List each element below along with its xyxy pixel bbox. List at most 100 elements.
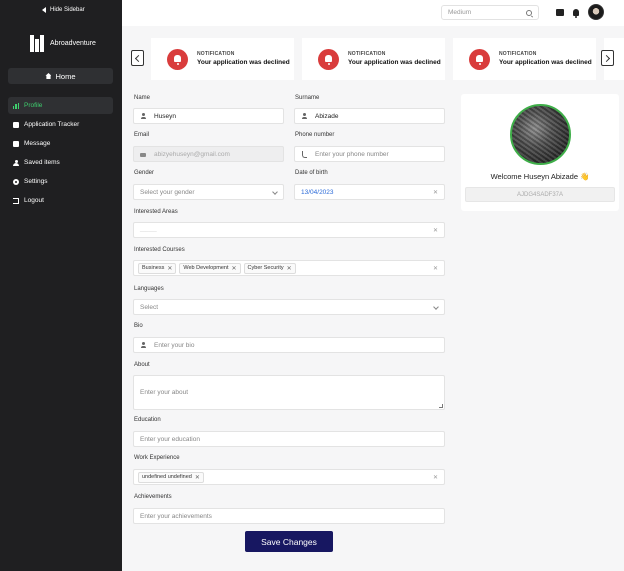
user-icon (140, 342, 146, 348)
sidebar-item-saved-items[interactable]: Saved items (8, 154, 113, 171)
carousel-prev-button[interactable] (131, 50, 144, 66)
bell-icon (318, 48, 339, 70)
course-tag: Web Development ✕ (179, 262, 241, 274)
sidebar-item-settings[interactable]: Settings (8, 173, 113, 190)
tag-label: Cyber Security (247, 265, 284, 271)
notification-text: NOTIFICATION Your application was declin… (499, 51, 592, 67)
wallet-icon[interactable] (556, 8, 564, 16)
sidebar-item-logout[interactable]: Logout (8, 192, 113, 209)
work-experience-select[interactable]: undefined undefined ✕ ✕ (133, 469, 445, 485)
remove-tag-icon[interactable]: ✕ (287, 265, 292, 272)
remove-tag-icon[interactable]: ✕ (195, 474, 200, 481)
education-placeholder: Enter your education (140, 435, 200, 443)
interested-areas-value: ______ (140, 227, 157, 233)
bio-field[interactable]: Enter your bio (133, 337, 445, 353)
home-button[interactable]: Home (8, 68, 113, 84)
search-placeholder: Medium (448, 9, 472, 16)
avatar[interactable] (588, 4, 604, 20)
tag-label: undefined undefined (142, 474, 192, 480)
sidebar-item-label: Application Tracker (24, 121, 80, 128)
interested-areas-select[interactable]: ______ ✕ (133, 222, 445, 238)
languages-select[interactable]: Select (133, 299, 445, 315)
resize-handle[interactable] (439, 404, 443, 408)
notification-message: Your application was declined (197, 59, 290, 66)
notification-title: NOTIFICATION (197, 51, 235, 57)
notification-title: NOTIFICATION (499, 51, 537, 57)
clear-icon[interactable]: ✕ (433, 227, 438, 234)
notification-message: Your application was declined (348, 59, 441, 66)
languages-label: Languages (134, 286, 164, 292)
bio-placeholder: Enter your bio (154, 341, 195, 349)
surname-value: Abizade (315, 112, 339, 120)
remove-tag-icon[interactable]: ✕ (232, 265, 237, 272)
about-textarea[interactable]: Enter your about (133, 375, 445, 410)
notification-card[interactable]: NOTIFICATION Your application was declin… (151, 38, 294, 80)
notification-card[interactable]: NOTIFICATION Your application was declin… (453, 38, 596, 80)
achievements-field[interactable]: Enter your achievements (133, 508, 445, 524)
clear-icon[interactable]: ✕ (433, 189, 438, 196)
chevron-left-icon (134, 54, 143, 62)
dob-label: Date of birth (295, 170, 328, 176)
bell-icon (167, 48, 188, 70)
gender-label: Gender (134, 170, 155, 176)
home-icon (45, 73, 52, 79)
phone-label: Phone number (295, 132, 335, 138)
tag-label: Web Development (183, 265, 229, 271)
logout-icon (13, 197, 19, 204)
tracker-icon (13, 121, 19, 128)
save-changes-button[interactable]: Save Changes (245, 531, 333, 552)
interested-areas-label: Interested Areas (134, 209, 178, 215)
home-label: Home (55, 71, 76, 81)
work-experience-label: Work Experience (134, 455, 180, 461)
gender-select[interactable]: Select your gender (133, 184, 284, 200)
welcome-text: Welcome Huseyn Abizade 👋 (490, 172, 590, 181)
name-label: Name (134, 95, 151, 101)
interested-courses-select[interactable]: Business ✕ Web Development ✕ Cyber Securit… (133, 260, 445, 276)
sidebar-item-label: Message (24, 140, 51, 147)
sidebar-item-application-tracker[interactable]: Application Tracker (8, 116, 113, 133)
profile-avatar[interactable] (510, 104, 571, 165)
name-field[interactable]: Huseyn (133, 108, 284, 124)
surname-field[interactable]: Abizade (294, 108, 445, 124)
sidebar-item-profile[interactable]: Profile (8, 97, 113, 114)
mail-icon (140, 152, 146, 157)
chart-bars-icon (13, 102, 19, 109)
education-label: Education (134, 417, 161, 423)
chevron-down-icon (433, 304, 439, 310)
hide-sidebar-button[interactable]: Hide Sidebar (42, 7, 85, 13)
clear-icon[interactable]: ✕ (433, 474, 438, 481)
notification-text: NOTIFICATION Your application was declin… (348, 51, 441, 67)
clear-icon[interactable]: ✕ (433, 265, 438, 272)
date-of-birth-field[interactable]: 13/04/2023 ✕ (294, 184, 445, 200)
dob-value: 13/04/2023 (301, 188, 334, 196)
sidebar-nav: Profile Application Tracker Message Save… (8, 97, 113, 211)
logo-icon (30, 35, 46, 52)
notification-title: NOTIFICATION (348, 51, 386, 57)
notification-card[interactable]: NOTIFICATION Your application was declin… (302, 38, 445, 80)
phone-placeholder: Enter your phone number (315, 150, 389, 158)
bell-icon[interactable] (573, 8, 579, 18)
logo[interactable]: Abroadventure (30, 35, 96, 52)
about-label: About (134, 362, 150, 368)
search-icon (526, 9, 532, 16)
surname-label: Surname (295, 95, 320, 101)
top-icons (556, 4, 604, 20)
gear-icon (13, 178, 19, 185)
bio-label: Bio (134, 323, 143, 329)
sidebar-item-label: Settings (24, 178, 48, 185)
notification-text: NOTIFICATION Your application was declin… (197, 51, 290, 67)
user-icon (140, 113, 146, 119)
carousel-next-button[interactable] (601, 50, 614, 66)
work-tag: undefined undefined ✕ (138, 471, 204, 483)
chevron-right-icon (602, 54, 611, 62)
search-input[interactable]: Medium (441, 5, 539, 20)
education-field[interactable]: Enter your education (133, 431, 445, 447)
phone-field[interactable]: Enter your phone number (294, 146, 445, 162)
hide-sidebar-label: Hide Sidebar (50, 7, 85, 13)
logo-text: Abroadventure (50, 40, 96, 47)
email-value: abizyehuseyn@gmail.com (154, 150, 230, 158)
remove-tag-icon[interactable]: ✕ (167, 265, 172, 272)
sidebar-item-message[interactable]: Message (8, 135, 113, 152)
caret-left-icon (42, 7, 46, 13)
user-id-field: AJDG4SADF37A (465, 187, 615, 202)
